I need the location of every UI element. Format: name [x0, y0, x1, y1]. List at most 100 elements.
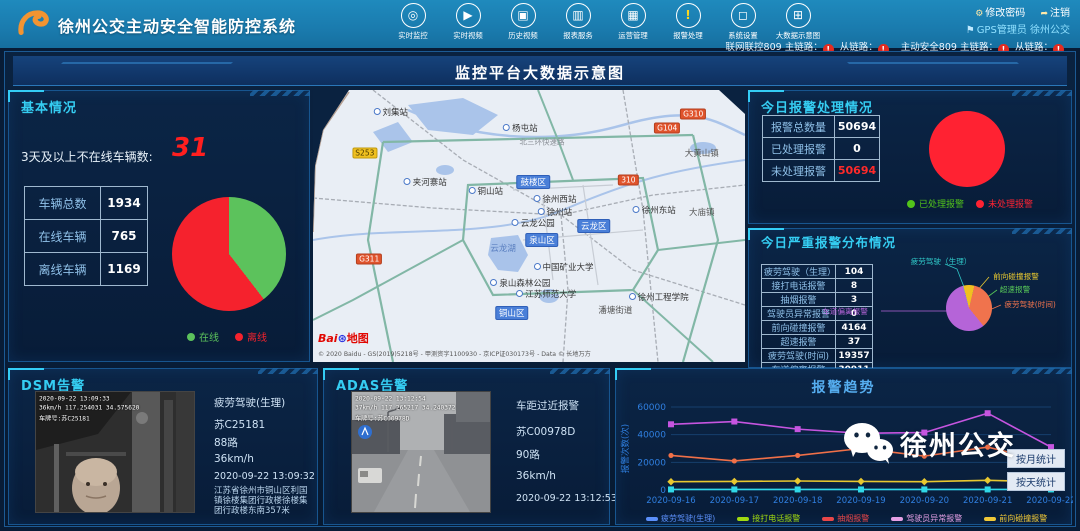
photo-overlay-plate: 车牌号:苏C00978D [355, 413, 409, 423]
nav-realtime-video[interactable]: ▶ 实时视频 [447, 3, 489, 41]
map-attribution: © 2020 Baidu - GS(2019)5218号 - 甲测资字11009… [318, 349, 591, 359]
nav-report-service[interactable]: ▥ 报表服务 [557, 3, 599, 41]
data-point [731, 419, 737, 425]
legend-marker [737, 517, 749, 521]
map-label-district: 云龙区 [577, 219, 611, 233]
pie-callout-label: 前向碰撞报警 [993, 271, 1039, 281]
trend-line-chart: 02000040000600002020-09-162020-09-172020… [616, 369, 1073, 526]
x-tick-label: 2020-09-18 [773, 496, 822, 506]
data-point [858, 430, 864, 436]
legend-item-online[interactable]: 在线 [187, 329, 219, 344]
dsm-alarm-type: 疲劳驾驶(生理) [214, 395, 285, 410]
map-label-station: 江苏师范大学 [516, 288, 576, 300]
panel-severe-alarm-today: 今日严重报警分布情况 疲劳驾驶（生理）104 接打电话报警8 抽烟报警3 驾驶员… [748, 228, 1072, 368]
adas-road-photo[interactable]: 2020-09-22 13:12:54 37km/h 117.265217 34… [351, 391, 491, 513]
page-title-bar: 监控平台大数据示意图 [13, 56, 1067, 86]
data-point [921, 430, 927, 436]
table-row: 抽烟报警3 [762, 293, 873, 307]
y-axis-label: 报警次数(次) [620, 424, 631, 473]
map-label-station: 徐州西站 [533, 193, 576, 205]
photo-overlay-speed-gps: 37km/h 117.265217 34.240372 [355, 404, 455, 412]
panel-alarm-trend: 报警趋势 02000040000600002020-09-162020-09-1… [615, 368, 1072, 525]
y-tick-label: 60000 [637, 403, 666, 413]
road-badge: S253 [352, 147, 377, 158]
x-tick-label: 2020-09-20 [900, 496, 949, 506]
map-label-station: 云龙公园 [512, 217, 555, 229]
legend-item-offline[interactable]: 离线 [235, 329, 267, 344]
current-user[interactable]: ⚑GPS管理员 徐州公交 [726, 21, 1070, 36]
alarm-handled-pie-chart [929, 111, 1005, 187]
legend-label: 抽烟报警 [837, 513, 869, 524]
baidu-map[interactable]: Bai⊛地图 © 2020 Baidu - GS(2019)5218号 - 甲测… [313, 90, 745, 362]
legend-item[interactable]: 抽烟报警 [822, 513, 869, 524]
dsm-driver-photo[interactable]: 2020-09-22 13:09:33 36km/h 117.254031 34… [35, 391, 195, 513]
map-label-station: 夹河寨站 [404, 176, 447, 188]
panel-basic-info: 基本情况 3天及以上不在线车辆数: 31 车辆总数1934 在线车辆765 离线… [8, 90, 310, 362]
header-right: ⚙修改密码 ➦注销 ⚑GPS管理员 徐州公交 联网联控809 主链路：!从链路：… [726, 4, 1070, 55]
data-point [668, 486, 674, 492]
legend-item-unhandled[interactable]: 未处理报警 [976, 197, 1033, 210]
user-flag-icon: ⚑ [966, 25, 975, 36]
photo-overlay-plate: 车牌号:苏C25181 [39, 413, 90, 423]
panel-title: 今日严重报警分布情况 [761, 235, 921, 250]
page-title: 监控平台大数据示意图 [13, 62, 1067, 83]
change-password-link[interactable]: ⚙修改密码 [975, 8, 1025, 19]
adas-plate: 苏C00978D [516, 424, 575, 439]
x-tick-label: 2020-09-19 [836, 496, 885, 506]
report-chart-icon: ▥ [566, 3, 591, 28]
data-point [795, 453, 800, 458]
pie-legend: 在线 离线 [187, 329, 267, 344]
legend-item[interactable]: 疲劳驾驶(生理) [646, 513, 715, 524]
data-point [795, 426, 801, 432]
nav-alarm-handling[interactable]: ! 报警处理 [667, 3, 709, 41]
legend-item[interactable]: 接打电话报警 [737, 513, 800, 524]
legend-item-handled[interactable]: 已处理报警 [907, 197, 964, 210]
legend-item[interactable]: 前向碰撞报警 [984, 513, 1047, 524]
map-label-station: 徐州工程学院 [629, 291, 689, 303]
dsm-address: 江苏省徐州市铜山区利国镇徐楼集团行政楼徐楼集团行政楼东南357米 [214, 486, 314, 516]
pie-callout-label: 疲劳驾驶(时间) [1004, 299, 1056, 309]
road-badge: G104 [654, 123, 680, 134]
video-camera-icon: ▶ [456, 3, 481, 28]
map-label-roadname: 北三环快速路 [519, 136, 564, 147]
legend-label: 驾驶员异常报警 [906, 513, 962, 524]
data-point [731, 486, 737, 492]
gear-icon: ⚙ [975, 9, 983, 19]
series-line-车道偏离报警 [671, 413, 1051, 447]
severe-alarm-table: 疲劳驾驶（生理）104 接打电话报警8 抽烟报警3 驾驶员异常报警0 前向碰撞报… [761, 264, 873, 377]
legend-marker [891, 517, 903, 521]
severe-alarm-pie-chart [946, 285, 992, 331]
data-point [922, 454, 927, 459]
baidu-map-logo[interactable]: Bai⊛地图 [318, 330, 369, 346]
map-label-district: 泉山区 [525, 233, 559, 247]
stat-by-month-button[interactable]: 按月统计 [1007, 449, 1065, 468]
panel-dsm-alert: DSM告警 2020-09-22 13:09:33 36km/h 117.254… [8, 368, 318, 525]
data-point [985, 410, 991, 416]
table-row: 报警总数量50694 [763, 116, 880, 138]
map-label-town: 大黄山镇 [685, 147, 719, 159]
table-row: 疲劳驾驶(时间)19357 [762, 349, 873, 363]
data-point [668, 453, 673, 458]
table-row: 超速报警37 [762, 335, 873, 349]
x-tick-label: 2020-09-17 [710, 496, 759, 506]
map-label-station: 杨屯站 [503, 122, 538, 134]
nav-history-video[interactable]: ▣ 历史视频 [502, 3, 544, 41]
map-label-town: 大庙镇 [689, 206, 715, 218]
legend-label: 疲劳驾驶(生理) [661, 513, 715, 524]
nav-operation-mgmt[interactable]: ▦ 运营管理 [612, 3, 654, 41]
panel-adas-alert: ADAS告警 2020-09-22 13:12:54 37km/h 117.26… [323, 368, 610, 525]
adas-speed: 36km/h [516, 470, 556, 482]
stat-by-day-button[interactable]: 按天统计 [1007, 472, 1065, 491]
nav-realtime-monitor[interactable]: ◎ 实时监控 [392, 3, 434, 41]
table-row: 前向碰撞报警4164 [762, 321, 873, 335]
legend-label: 接打电话报警 [752, 513, 800, 524]
table-row: 接打电话报警8 [762, 279, 873, 293]
photo-overlay-timestamp: 2020-09-22 13:12:54 [355, 395, 426, 403]
logout-link[interactable]: ➦注销 [1040, 8, 1070, 19]
data-point [731, 478, 738, 485]
data-point [795, 486, 801, 492]
legend-item[interactable]: 驾驶员异常报警 [891, 513, 962, 524]
adas-route: 90路 [516, 447, 540, 462]
road-badge: G310 [680, 109, 706, 120]
y-tick-label: 40000 [637, 431, 666, 441]
